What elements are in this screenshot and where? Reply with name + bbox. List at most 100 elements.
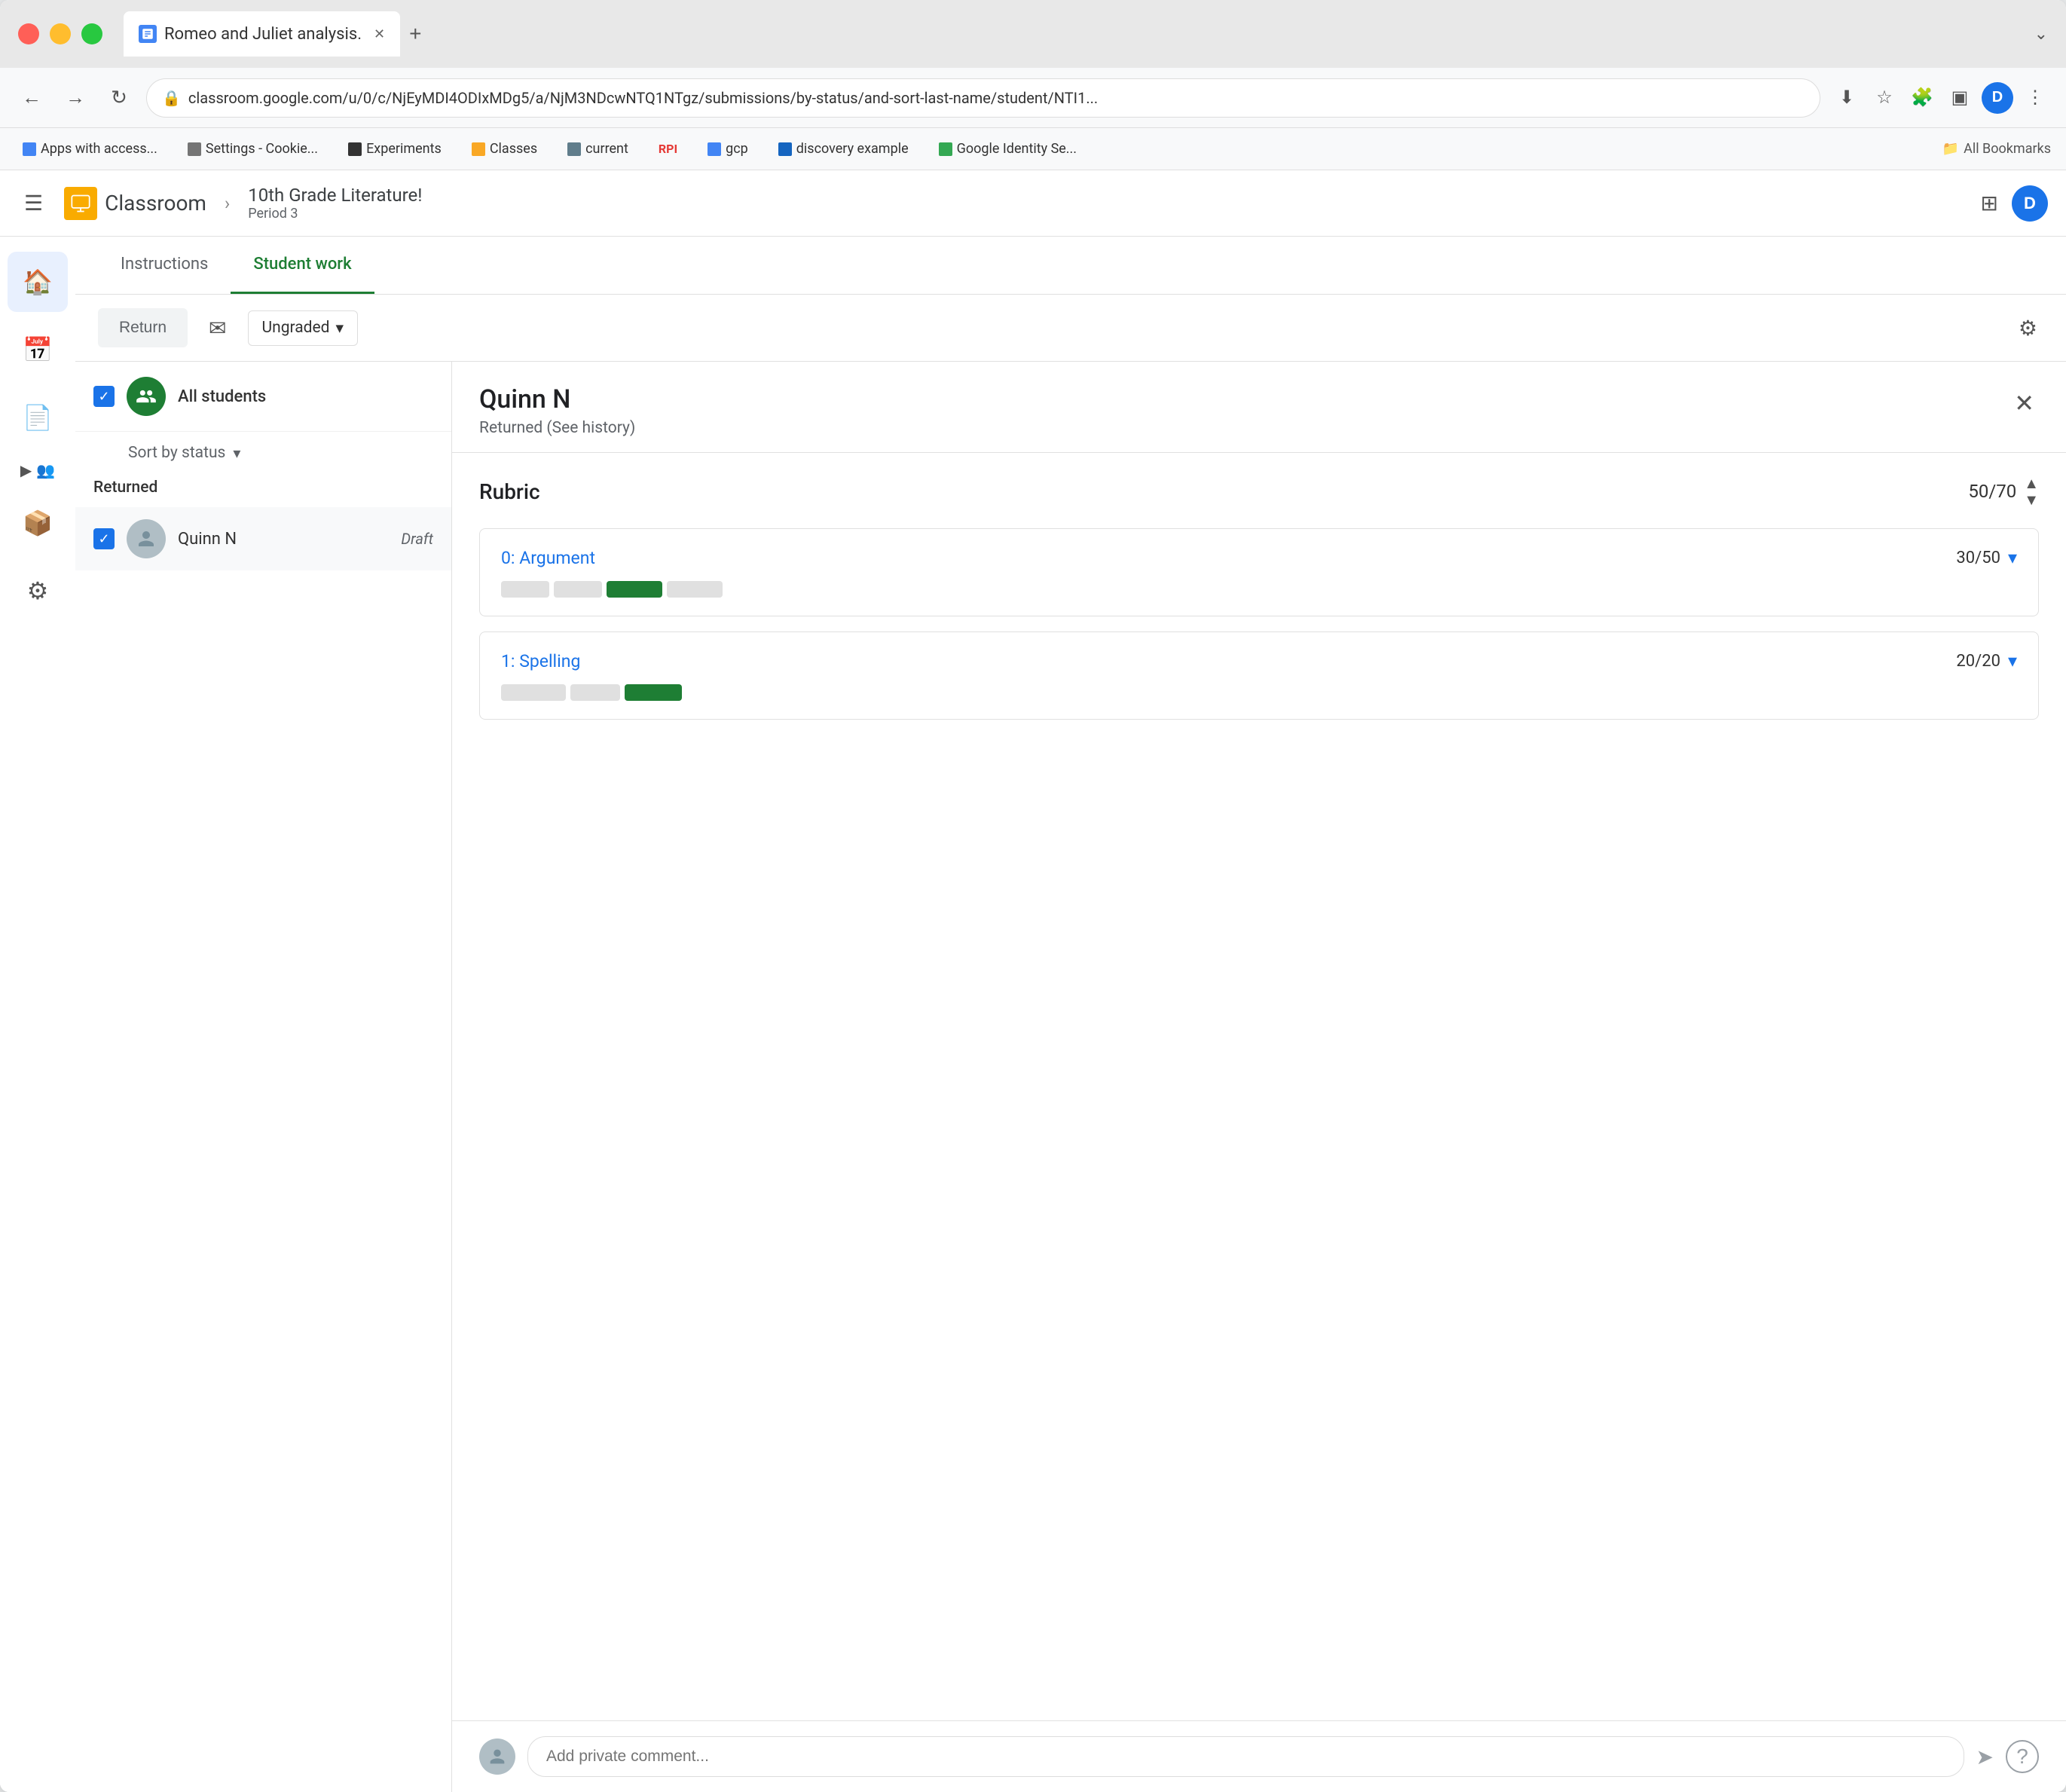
bar-segment (501, 581, 549, 598)
score-down-btn[interactable]: ▼ (2024, 492, 2039, 507)
commenter-avatar (479, 1738, 515, 1775)
student-list-panel: ✓ All students Sort by status ▾ (75, 362, 452, 1792)
detail-student-name: Quinn N (479, 384, 635, 414)
course-title: 10th Grade Literature! (248, 185, 422, 206)
bookmark-favicon (939, 142, 952, 156)
active-tab[interactable]: Romeo and Juliet analysis. ✕ (124, 11, 400, 57)
rubric-item-header: 0: Argument 30/50 ▾ (501, 547, 2017, 569)
score-arrows: ▲ ▼ (2024, 476, 2039, 507)
rubric-expand-btn[interactable]: ▾ (2008, 650, 2017, 672)
grade-dropdown[interactable]: Ungraded ▾ (248, 310, 359, 346)
sidebar-item-settings[interactable]: ⚙ (8, 561, 68, 621)
rubric-item-name: 0: Argument (501, 548, 595, 568)
all-students-row: ✓ All students (75, 362, 451, 432)
tab-instructions[interactable]: Instructions (98, 237, 231, 294)
minimize-window-btn[interactable] (50, 23, 71, 44)
comment-input[interactable] (527, 1736, 1964, 1777)
forward-btn[interactable]: → (59, 81, 92, 115)
rubric-item-score: 20/20 ▾ (1956, 650, 2017, 672)
bookmark-label: gcp (726, 141, 748, 157)
sidebar-item-calendar[interactable]: 📅 (8, 320, 68, 380)
tab-student-work[interactable]: Student work (231, 237, 374, 294)
table-row[interactable]: ✓ Quinn N Draft (75, 507, 451, 570)
rubric-expand-btn[interactable]: ▾ (2008, 547, 2017, 569)
student-submission-status: Draft (401, 530, 433, 548)
bookmark-google-id[interactable]: Google Identity Se... (931, 138, 1084, 160)
bookmark-discovery[interactable]: discovery example (771, 138, 916, 160)
bookmark-favicon (188, 142, 201, 156)
rubric-title: Rubric (479, 479, 540, 504)
rubric-item-score: 30/50 ▾ (1956, 547, 2017, 569)
sidebar-item-archive[interactable]: 📦 (8, 493, 68, 553)
assignments-icon: 📄 (23, 403, 53, 432)
course-info: 10th Grade Literature! Period 3 (248, 185, 422, 222)
all-bookmarks[interactable]: 📁 All Bookmarks (1942, 141, 2051, 157)
detail-close-btn[interactable]: ✕ (2009, 384, 2039, 422)
help-btn[interactable]: ? (2006, 1740, 2039, 1773)
all-students-label: All students (178, 387, 266, 406)
maximize-window-btn[interactable] (81, 23, 102, 44)
bookmark-experiments[interactable]: Experiments (341, 138, 449, 160)
sidebar-btn[interactable]: ▣ (1944, 82, 1976, 114)
maximize-icon: ⌄ (2034, 25, 2048, 44)
profile-btn[interactable]: D (1982, 82, 2013, 114)
student-checkbox[interactable]: ✓ (93, 528, 115, 549)
tab-bar: Romeo and Juliet analysis. ✕ + (124, 11, 2025, 57)
hamburger-btn[interactable]: ☰ (18, 185, 49, 222)
settings-gear-btn[interactable]: ⚙ (2013, 310, 2043, 347)
sort-label[interactable]: Sort by status (128, 444, 225, 462)
breadcrumb-separator: › (225, 193, 230, 214)
bookmark-gcp[interactable]: gcp (700, 138, 756, 160)
rubric-section: Rubric 50/70 ▲ ▼ (452, 453, 2066, 1720)
lock-icon: 🔒 (162, 89, 181, 107)
new-tab-btn[interactable]: + (403, 16, 427, 52)
bookmark-btn[interactable]: ☆ (1869, 82, 1900, 114)
app-logo[interactable]: Classroom (64, 187, 206, 220)
bookmark-rpi[interactable]: RPI (651, 139, 685, 159)
checkbox-check-icon: ✓ (98, 531, 109, 547)
rubric-bar-spelling (501, 684, 2017, 701)
sidebar-item-people[interactable]: ▶ 👥 (11, 455, 64, 485)
menu-btn[interactable]: ⋮ (2019, 82, 2051, 114)
bar-segment-filled (607, 581, 662, 598)
settings-icon: ⚙ (27, 576, 49, 605)
bookmark-favicon (23, 142, 36, 156)
close-window-btn[interactable] (18, 23, 39, 44)
spelling-score-value: 20/20 (1956, 652, 2000, 671)
bookmark-label: Classes (490, 141, 537, 157)
tab-title: Romeo and Juliet analysis. (164, 25, 362, 44)
refresh-btn[interactable]: ↻ (102, 81, 136, 115)
return-btn[interactable]: Return (98, 308, 188, 347)
rubric-item-spelling: 1: Spelling 20/20 ▾ (479, 631, 2039, 720)
bookmark-settings[interactable]: Settings - Cookie... (180, 138, 325, 160)
tab-close-btn[interactable]: ✕ (374, 26, 385, 42)
google-apps-btn[interactable]: ⊞ (1975, 185, 2004, 222)
bar-segment-filled (625, 684, 682, 701)
rubric-bar-argument (501, 581, 2017, 598)
sort-arrow-icon[interactable]: ▾ (233, 444, 240, 462)
people-icon: 👥 (36, 461, 55, 479)
email-btn[interactable]: ✉ (203, 310, 232, 347)
sidebar-item-assignments[interactable]: 📄 (8, 387, 68, 448)
bookmark-apps[interactable]: Apps with access... (15, 138, 165, 160)
main-content: Instructions Student work Return ✉ Ungra… (75, 237, 2066, 1792)
send-comment-btn[interactable]: ➤ (1976, 1745, 1994, 1769)
sidebar-item-home[interactable]: 🏠 (8, 252, 68, 312)
user-avatar-btn[interactable]: D (2012, 185, 2048, 222)
bookmark-current[interactable]: current (560, 138, 636, 160)
all-students-checkbox[interactable]: ✓ (93, 386, 115, 407)
expand-arrow-icon: ▶ (20, 461, 32, 479)
status-section-header: Returned (75, 468, 451, 507)
student-detail-panel: Quinn N Returned (See history) ✕ Rubric … (452, 362, 2066, 1792)
bookmark-rpi-label: RPI (659, 142, 677, 156)
address-bar[interactable]: 🔒 classroom.google.com/u/0/c/NjEyMDI4ODI… (146, 78, 1820, 118)
bookmark-label: current (585, 141, 628, 157)
dropdown-arrow-icon: ▾ (335, 319, 344, 338)
score-up-btn[interactable]: ▲ (2024, 476, 2039, 491)
download-btn[interactable]: ⬇ (1831, 82, 1863, 114)
bookmark-classes[interactable]: Classes (464, 138, 545, 160)
extensions-btn[interactable]: 🧩 (1906, 82, 1938, 114)
content-toolbar: Return ✉ Ungraded ▾ ⚙ (75, 295, 2066, 362)
back-btn[interactable]: ← (15, 81, 48, 115)
sidebar: 🏠 📅 📄 ▶ 👥 📦 ⚙ (0, 237, 75, 1792)
